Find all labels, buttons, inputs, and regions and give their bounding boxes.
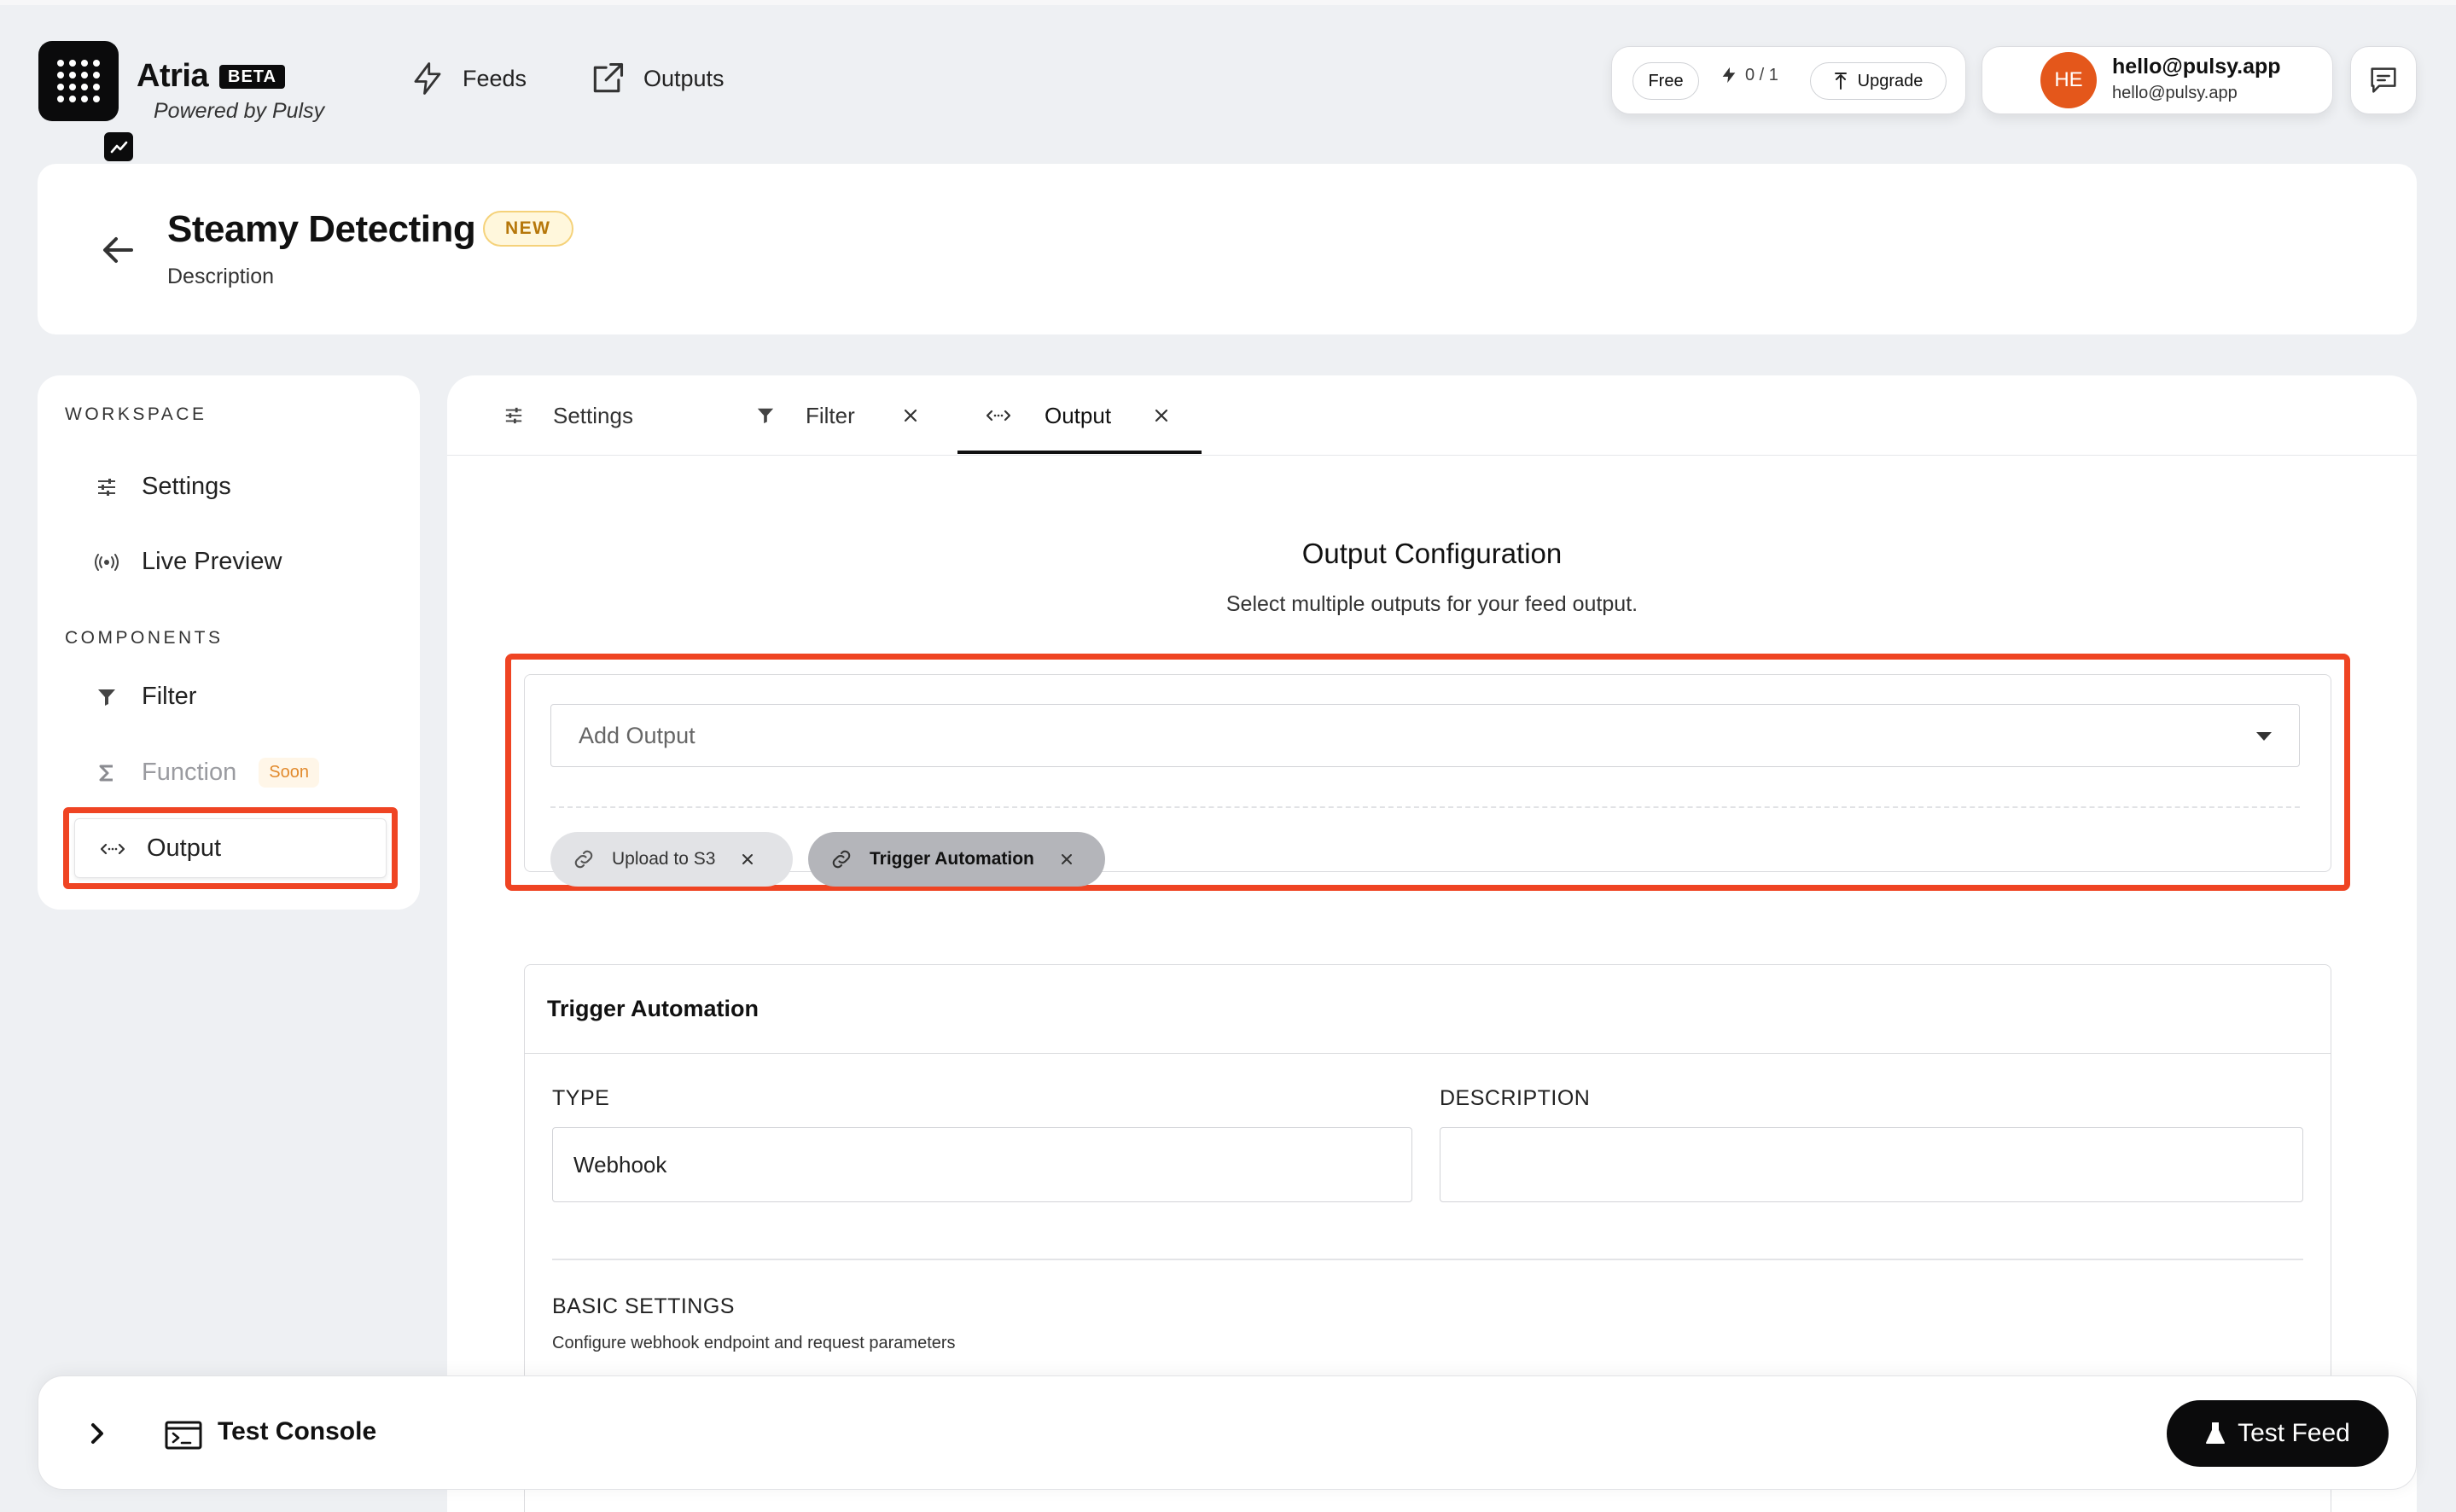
user-email: hello@pulsy.app	[2112, 55, 2281, 79]
feedback-button[interactable]	[2350, 46, 2417, 114]
link-icon	[829, 846, 854, 872]
page-description: Description	[167, 265, 275, 288]
grid-dots-icon	[57, 60, 100, 102]
type-field[interactable]: Webhook	[552, 1127, 1412, 1202]
test-console-label: Test Console	[218, 1417, 377, 1445]
basic-settings-label: BASIC SETTINGS	[552, 1294, 735, 1318]
back-arrow-icon[interactable]	[94, 229, 142, 271]
output-selector-card: Add Output Upload to S3 Trigger Automati…	[524, 674, 2331, 887]
description-field[interactable]	[1440, 1127, 2303, 1202]
test-console-bar: Test Console Test Feed	[38, 1375, 2417, 1490]
output-chip-trigger-automation[interactable]: Trigger Automation	[808, 832, 1105, 887]
main-panel: Settings Filter Output Output Configurat…	[447, 375, 2417, 1512]
soon-badge: Soon	[259, 758, 319, 788]
add-output-select[interactable]: Add Output	[550, 704, 2300, 767]
sidebar-item-live-preview[interactable]: Live Preview	[94, 548, 282, 576]
bolt-icon	[1720, 64, 1738, 86]
test-feed-button[interactable]: Test Feed	[2167, 1400, 2389, 1467]
add-output-placeholder: Add Output	[579, 722, 695, 748]
user-sub-email: hello@pulsy.app	[2112, 84, 2238, 102]
tab-bar: Settings Filter Output	[447, 375, 2417, 456]
link-icon	[571, 846, 597, 872]
code-arrows-icon	[101, 841, 125, 857]
remove-chip-icon[interactable]	[741, 852, 754, 866]
components-section-label: COMPONENTS	[65, 628, 224, 648]
trigger-automation-title: Trigger Automation	[547, 996, 759, 1021]
output-chip-label: Upload to S3	[612, 849, 716, 869]
output-config-subtitle: Select multiple outputs for your feed ou…	[1225, 592, 1638, 616]
new-badge: NEW	[483, 211, 573, 247]
type-value: Webhook	[573, 1151, 667, 1178]
trend-badge-icon	[102, 130, 136, 164]
app-name: Atria	[137, 58, 209, 94]
lightning-icon	[410, 60, 445, 97]
chat-bubble-icon	[2366, 63, 2401, 97]
avatar: HE	[2040, 52, 2097, 108]
usage-counter: 0 / 1	[1720, 64, 1778, 86]
plan-panel: Free 0 / 1 Upgrade	[1611, 46, 1966, 114]
remove-chip-icon[interactable]	[1060, 852, 1074, 866]
sidebar-item-label: Filter	[142, 683, 197, 710]
active-tab-indicator	[957, 451, 1202, 454]
nav-feeds[interactable]: Feeds	[410, 60, 527, 97]
basic-settings-description: Configure webhook endpoint and request p…	[552, 1334, 956, 1352]
upgrade-label: Upgrade	[1857, 71, 1923, 90]
description-label: DESCRIPTION	[1440, 1086, 1591, 1110]
workspace-section-label: WORKSPACE	[65, 404, 207, 424]
app-logo[interactable]	[38, 41, 136, 164]
sliders-icon	[94, 477, 119, 497]
sliders-icon	[503, 406, 524, 425]
powered-by: Powered by Pulsy	[154, 99, 325, 123]
filter-icon	[94, 687, 119, 707]
nav-feeds-label: Feeds	[463, 65, 527, 91]
tab-output-close-icon[interactable]	[1147, 401, 1176, 430]
sidebar-item-label: Live Preview	[142, 548, 282, 575]
sidebar-item-label: Function	[142, 759, 237, 786]
external-link-icon	[589, 60, 626, 97]
tab-settings[interactable]: Settings	[503, 375, 633, 456]
code-arrows-icon	[986, 408, 1010, 423]
sidebar-item-label: Settings	[142, 473, 231, 500]
sidebar-output-inner: Output	[74, 818, 387, 878]
nav-outputs-label: Outputs	[643, 65, 725, 91]
filter-icon	[756, 406, 775, 425]
plan-tier-chip: Free	[1632, 62, 1699, 100]
tab-label: Settings	[553, 402, 633, 428]
tab-filter-close-icon[interactable]	[896, 401, 925, 430]
output-chip-label: Trigger Automation	[870, 849, 1034, 869]
terminal-icon	[165, 1421, 202, 1450]
sidebar-item-settings[interactable]: Settings	[94, 473, 231, 501]
sidebar-item-function: Function Soon	[94, 758, 319, 788]
tab-label: Filter	[806, 402, 855, 428]
sigma-icon	[94, 764, 119, 782]
top-bar: Atria BETA Powered by Pulsy Feeds Output…	[0, 0, 2456, 164]
user-menu[interactable]: HE hello@pulsy.app hello@pulsy.app	[1982, 46, 2333, 114]
upload-arrow-icon	[1834, 72, 1848, 90]
plan-tier-label: Free	[1648, 71, 1684, 90]
sidebar: WORKSPACE Settings Live Preview COMPONEN…	[38, 375, 420, 910]
section-divider	[552, 1259, 2303, 1260]
feed-header-card: Steamy Detecting NEW Description	[38, 164, 2417, 334]
beta-badge: BETA	[219, 65, 285, 89]
tab-filter[interactable]: Filter	[756, 375, 855, 456]
upgrade-button[interactable]: Upgrade	[1810, 62, 1947, 100]
nav-outputs[interactable]: Outputs	[589, 60, 725, 97]
broadcast-icon	[94, 553, 119, 572]
output-chip-upload-s3[interactable]: Upload to S3	[550, 832, 793, 887]
caret-down-icon	[2256, 732, 2272, 741]
page-title: Steamy Detecting	[167, 208, 476, 250]
dashed-divider	[550, 806, 2300, 808]
test-feed-label: Test Feed	[2238, 1419, 2350, 1447]
sidebar-item-output[interactable]: Output	[63, 807, 398, 889]
type-label: TYPE	[552, 1086, 610, 1110]
flask-icon	[2205, 1422, 2226, 1445]
trigger-automation-header: Trigger Automation	[525, 965, 2331, 1054]
sidebar-item-filter[interactable]: Filter	[94, 683, 196, 711]
tab-label: Output	[1045, 402, 1112, 428]
usage-value: 0 / 1	[1745, 65, 1778, 84]
output-config-title: Output Configuration	[1301, 538, 1563, 569]
sidebar-item-label: Output	[147, 835, 222, 862]
tab-output[interactable]: Output	[986, 375, 1111, 456]
chevron-right-icon[interactable]	[88, 1421, 107, 1446]
